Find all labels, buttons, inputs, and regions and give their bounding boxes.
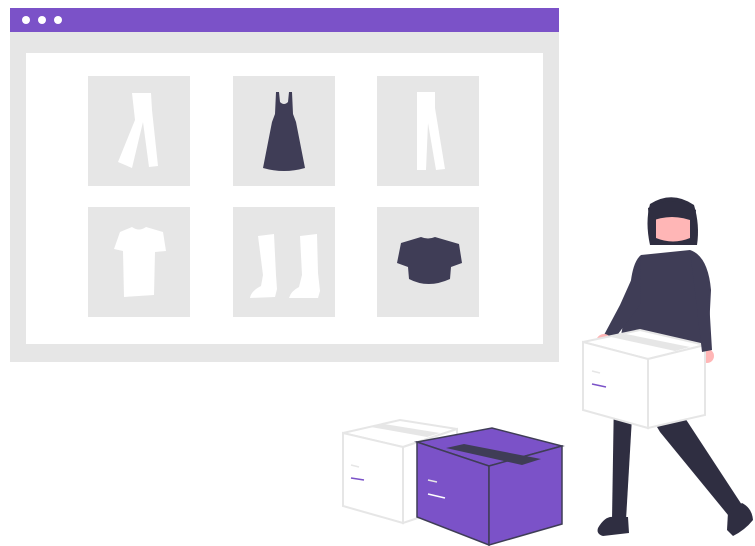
crop-top-icon xyxy=(397,237,462,284)
window-dot-1[interactable] xyxy=(22,16,30,24)
browser-window xyxy=(10,8,559,362)
browser-title-bar xyxy=(10,8,559,32)
product-card-pants[interactable] xyxy=(88,76,190,186)
window-dot-3[interactable] xyxy=(54,16,62,24)
purple-box xyxy=(414,427,565,546)
delivery-person xyxy=(582,197,753,536)
tshirt-icon xyxy=(114,227,166,297)
product-card-crop-top[interactable] xyxy=(377,207,479,317)
white-box xyxy=(342,418,458,525)
product-card-dress[interactable] xyxy=(233,76,335,186)
product-card-boots[interactable] xyxy=(233,207,335,317)
product-card-trousers[interactable] xyxy=(377,76,479,186)
dress-icon xyxy=(263,92,305,171)
pants-icon xyxy=(118,93,158,168)
window-dot-2[interactable] xyxy=(38,16,46,24)
carried-box xyxy=(582,328,706,430)
product-grid xyxy=(26,53,543,344)
trousers-icon xyxy=(417,92,445,170)
product-card-tshirt[interactable] xyxy=(88,207,190,317)
boots-icon xyxy=(250,234,320,298)
